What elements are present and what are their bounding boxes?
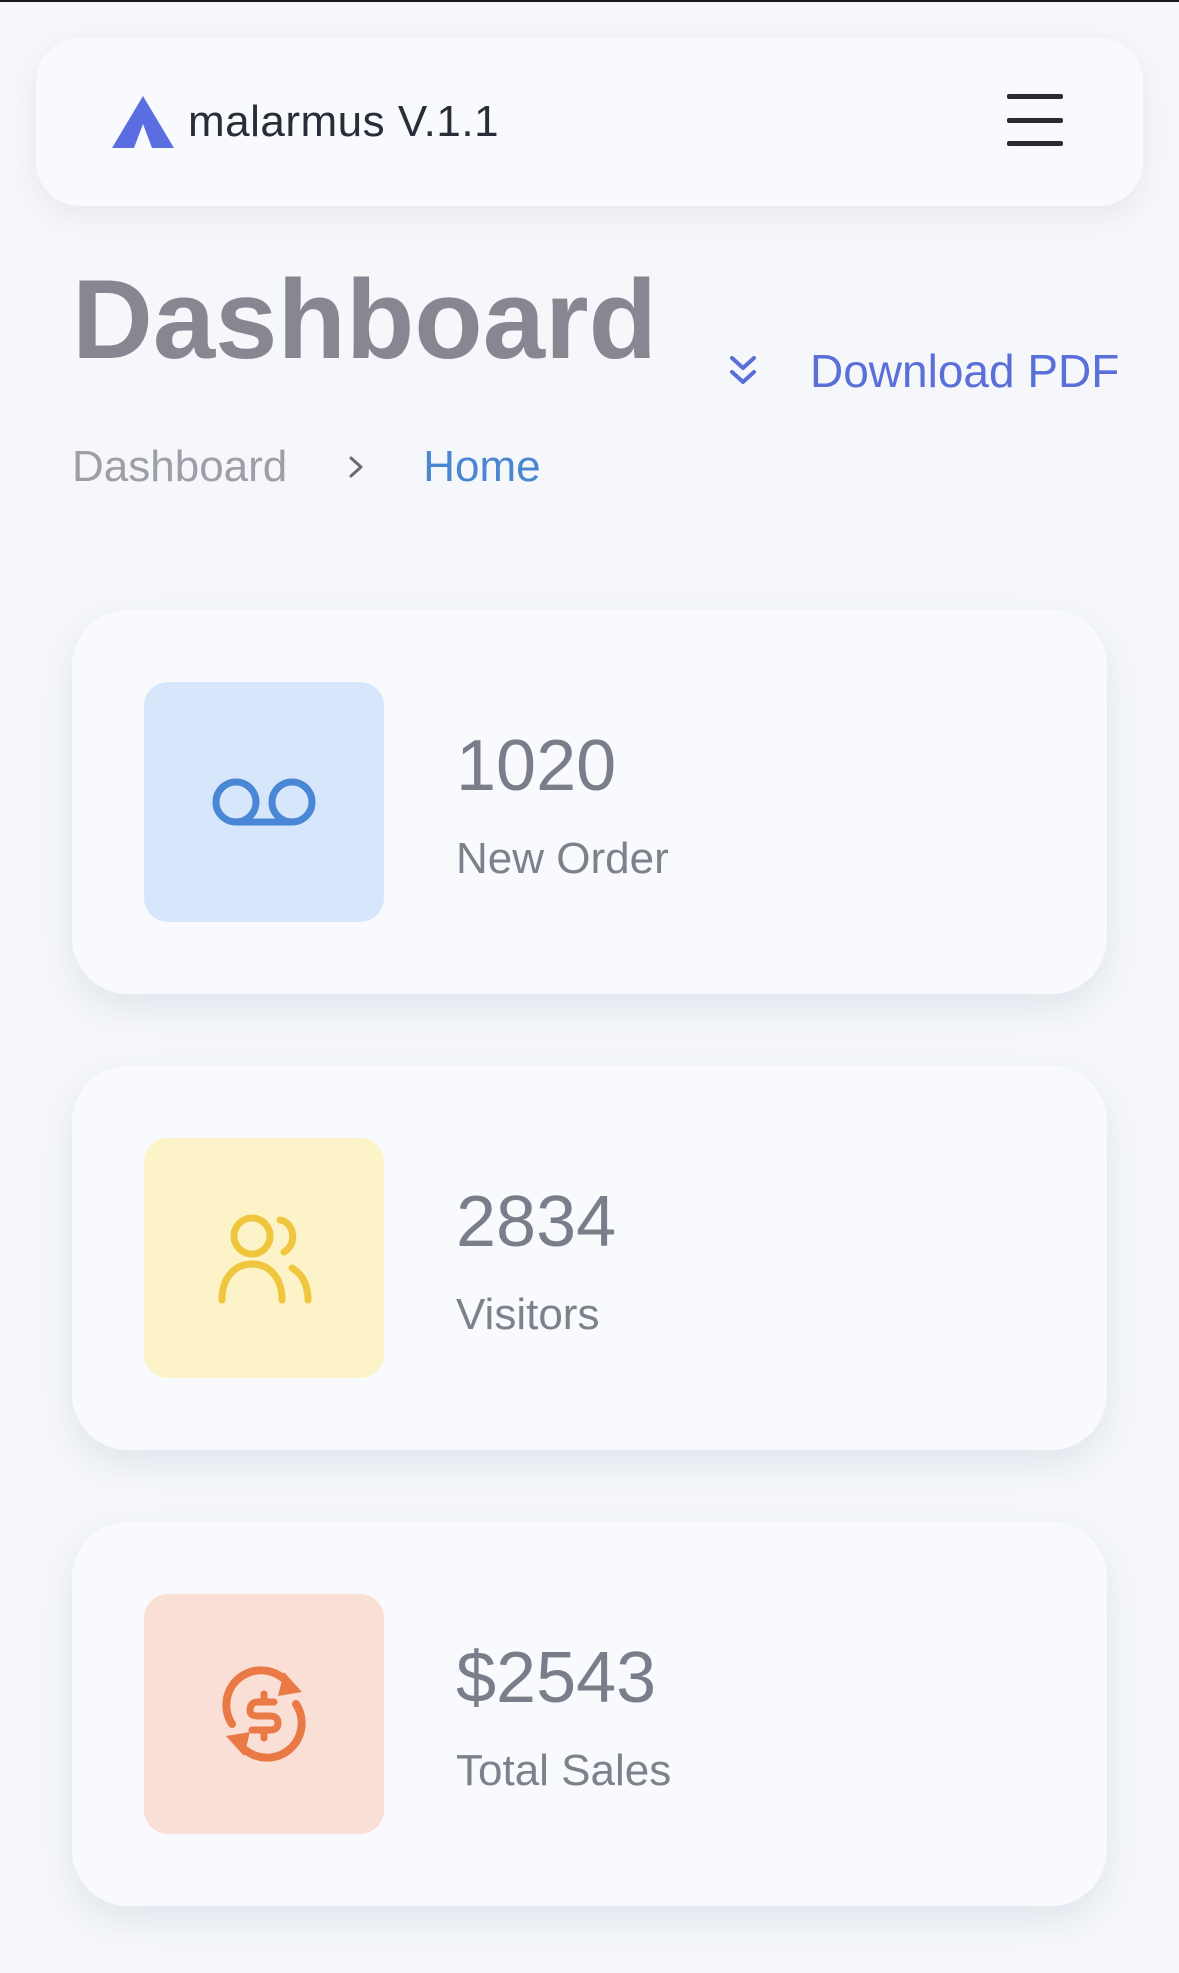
breadcrumb-root[interactable]: Dashboard <box>72 442 287 492</box>
page-title: Dashboard <box>72 257 657 382</box>
triangle-logo-icon <box>112 96 174 148</box>
hamburger-menu-button[interactable] <box>1007 94 1063 146</box>
stat-value: 2834 <box>456 1182 617 1262</box>
stat-icon-tile <box>144 682 384 922</box>
download-pdf-link[interactable]: Download PDF <box>728 344 1119 398</box>
download-pdf-label: Download PDF <box>810 345 1120 397</box>
stat-icon-tile <box>144 1594 384 1834</box>
stat-card-total-sales[interactable]: $2543 Total Sales <box>72 1522 1107 1906</box>
top-navbar: malarmus V.1.1 <box>36 38 1143 206</box>
chevron-right-icon <box>349 456 363 478</box>
stat-value: 1020 <box>456 726 617 806</box>
users-icon <box>218 1214 312 1304</box>
stat-card-visitors[interactable]: 2834 Visitors <box>72 1066 1107 1450</box>
brand[interactable]: malarmus V.1.1 <box>110 94 499 150</box>
hamburger-menu-icon <box>1007 94 1063 99</box>
stat-icon-tile <box>144 1138 384 1378</box>
currency-exchange-icon <box>222 1666 306 1762</box>
double-chevron-down-icon <box>730 356 756 384</box>
stat-card-new-order[interactable]: 1020 New Order <box>72 610 1107 994</box>
stat-label: Visitors <box>456 1290 600 1339</box>
stat-label: New Order <box>456 834 669 883</box>
dashboard-page: malarmus V.1.1 Dashboard Download PDF Da… <box>0 0 1179 1973</box>
breadcrumb-current[interactable]: Home <box>423 442 540 492</box>
breadcrumb: Dashboard Home <box>72 442 541 492</box>
stat-label: Total Sales <box>456 1746 672 1795</box>
brand-name: malarmus V.1.1 <box>188 97 500 146</box>
voicemail-icon <box>212 778 316 826</box>
stat-value: $2543 <box>456 1638 657 1718</box>
